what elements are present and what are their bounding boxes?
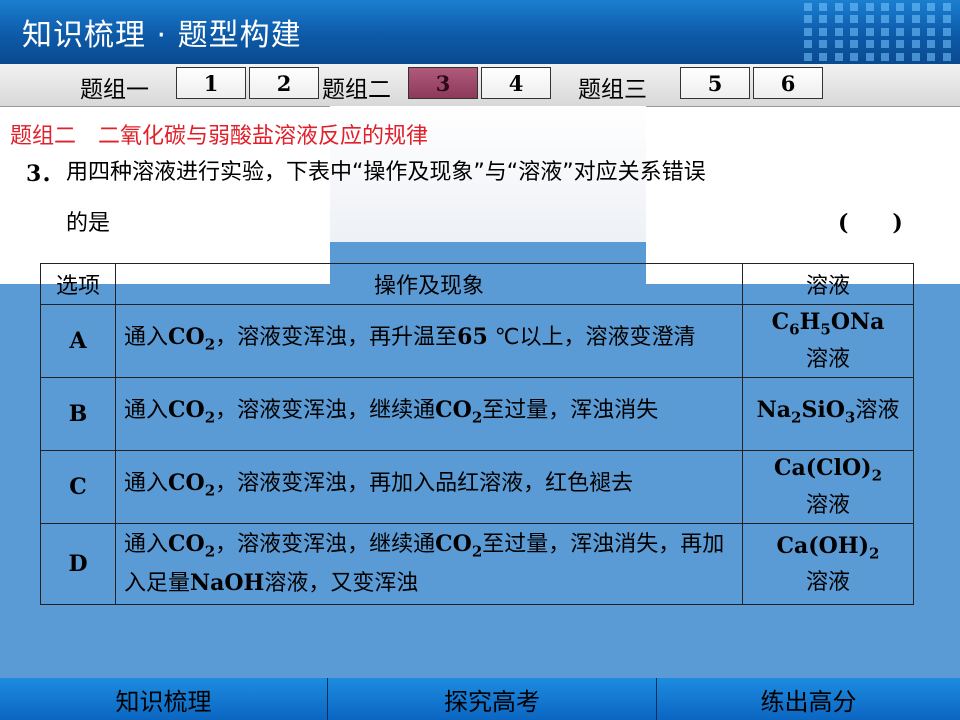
tab-question-4[interactable]: 4 — [481, 67, 551, 99]
operation-description: 通入CO2，溶液变浑浊，再升温至65 ℃以上，溶液变澄清 — [115, 304, 743, 378]
operation-description: 通入CO2，溶液变浑浊，继续通CO2至过量，浑浊消失，再加入足量NaOH溶液，又… — [115, 522, 743, 606]
question-text-line1: 用四种溶液进行实验，下表中“操作及现象”与“溶液”对应关系错误 — [66, 160, 706, 185]
table-row: A 通入CO2，溶液变浑浊，再升温至65 ℃以上，溶液变澄清 C6H5ONa 溶液 — [40, 304, 914, 378]
option-label: B — [40, 377, 116, 451]
option-label: D — [40, 522, 116, 606]
footer-nav-knowledge[interactable]: 知识梳理 — [0, 678, 327, 720]
tab-question-6[interactable]: 6 — [753, 67, 823, 99]
table-row: D 通入CO2，溶液变浑浊，继续通CO2至过量，浑浊消失，再加入足量NaOH溶液… — [40, 522, 914, 606]
option-label: A — [40, 304, 116, 378]
tab-question-5[interactable]: 5 — [680, 67, 750, 99]
question-number: 3． — [26, 161, 64, 187]
tab-question-3[interactable]: 3 — [408, 67, 478, 99]
table-row: B 通入CO2，溶液变浑浊，继续通CO2至过量，浑浊消失 Na2SiO3溶液 — [40, 377, 914, 451]
group-label-1: 题组一 — [80, 77, 149, 103]
header-operation: 操作及现象 — [115, 263, 743, 305]
question-table: 选项 操作及现象 溶液 A 通入CO2，溶液变浑浊，再升温至65 ℃以上，溶液变… — [40, 263, 914, 606]
footer-nav: 知识梳理 探究高考 练出高分 — [0, 678, 960, 720]
operation-description: 通入CO2，溶液变浑浊，再加入品红溶液，红色褪去 — [115, 450, 743, 524]
footer-nav-practice[interactable]: 练出高分 — [657, 678, 960, 720]
group-label-3: 题组三 — [578, 77, 647, 103]
header-option: 选项 — [40, 263, 116, 305]
page-title: 知识梳理 · 题型构建 — [22, 18, 302, 53]
header-solution: 溶液 — [742, 263, 914, 305]
operation-description: 通入CO2，溶液变浑浊，继续通CO2至过量，浑浊消失 — [115, 377, 743, 451]
footer-nav-explore[interactable]: 探究高考 — [328, 678, 656, 720]
group-label-2: 题组二 — [322, 77, 391, 103]
solution-name: Na2SiO3溶液 — [742, 377, 914, 451]
question-group-tabbar: 题组一 1 2 题组二 3 4 题组三 5 6 — [0, 64, 960, 107]
title-bar: 知识梳理 · 题型构建 — [0, 0, 960, 64]
option-label: C — [40, 450, 116, 524]
solution-name: Ca(ClO)2 溶液 — [742, 450, 914, 524]
tab-question-1[interactable]: 1 — [176, 67, 246, 99]
table-row: C 通入CO2，溶液变浑浊，再加入品红溶液，红色褪去 Ca(ClO)2 溶液 — [40, 450, 914, 524]
answer-blank: ( ) — [838, 210, 903, 236]
solution-name: Ca(OH)2 溶液 — [742, 522, 914, 606]
decorative-dot-grid — [804, 3, 954, 61]
tab-question-2[interactable]: 2 — [249, 67, 319, 99]
solution-name: C6H5ONa 溶液 — [742, 304, 914, 378]
section-title: 题组二 二氧化碳与弱酸盐溶液反应的规律 — [10, 124, 429, 149]
question-text-line2: 的是 — [66, 211, 111, 236]
